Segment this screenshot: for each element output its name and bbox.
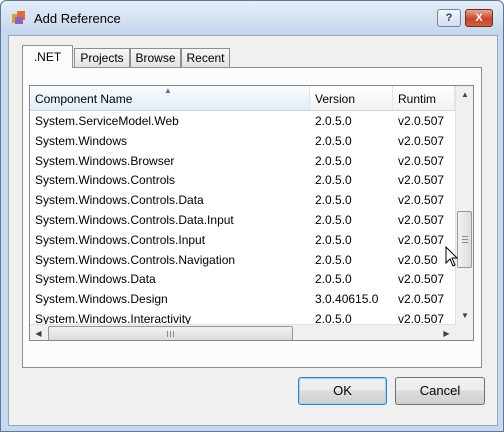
component-name-cell: System.Windows.Controls.Data.Input bbox=[35, 212, 234, 227]
table-row[interactable]: System.Windows.Controls.Input 2.0.5.0 v2.0… bbox=[30, 230, 455, 250]
version-cell: 3.0.40615.0 bbox=[315, 292, 379, 307]
runtime-cell: v2.0.507 bbox=[398, 193, 445, 208]
tab-browse[interactable]: Browse bbox=[130, 48, 181, 67]
list-header: Component Name ▲ Version Runtim bbox=[30, 86, 455, 111]
component-name-cell: System.Windows bbox=[35, 133, 128, 148]
runtime-cell: v2.0.507 bbox=[398, 212, 445, 227]
tab-projects[interactable]: Projects bbox=[74, 48, 130, 67]
table-row[interactable]: System.Windows.Controls 2.0.5.0 v2.0.507 bbox=[30, 170, 455, 190]
runtime-cell: v2.0.507 bbox=[398, 272, 445, 287]
grip-line bbox=[462, 239, 468, 240]
component-name-cell: System.Windows.Data bbox=[35, 272, 156, 287]
column-header-label: Runtim bbox=[398, 92, 437, 106]
grip-line bbox=[462, 236, 468, 237]
runtime-cell: v2.0.507 bbox=[398, 114, 445, 128]
component-name-cell: System.Windows.Design bbox=[35, 292, 168, 307]
tab-dotnet[interactable]: .NET bbox=[22, 45, 73, 68]
component-name-cell: System.Windows.Controls.Input bbox=[35, 232, 206, 247]
grip-line bbox=[167, 331, 168, 337]
version-cell: 2.0.5.0 bbox=[315, 232, 352, 247]
component-list[interactable]: Component Name ▲ Version Runtim System.S… bbox=[29, 85, 474, 341]
table-row[interactable]: System.ServiceModel.Web 2.0.5.0 v2.0.507 bbox=[30, 111, 455, 131]
dialog-client-area: .NET Projects Browse Recent Component Na… bbox=[8, 35, 498, 426]
horizontal-scroll-thumb[interactable] bbox=[48, 326, 293, 340]
column-header-runtime[interactable]: Runtim bbox=[393, 86, 455, 110]
runtime-cell: v2.0.507 bbox=[398, 153, 445, 168]
table-row[interactable]: System.Windows.Data 2.0.5.0 v2.0.507 bbox=[30, 269, 455, 289]
table-row[interactable]: System.Windows.Design 3.0.40615.0 v2.0.507 bbox=[30, 289, 455, 309]
dialog-title: Add Reference bbox=[34, 11, 121, 26]
component-name-cell: System.Windows.Browser bbox=[35, 153, 175, 168]
runtime-cell: v2.0.507 bbox=[398, 173, 445, 188]
runtime-cell: v2.0.507 bbox=[398, 133, 445, 148]
runtime-cell: v2.0.507 bbox=[398, 292, 445, 307]
mouse-pointer-icon bbox=[445, 246, 459, 267]
version-cell: 2.0.5.0 bbox=[315, 173, 352, 188]
component-name-cell: System.Windows.Controls.Data bbox=[35, 193, 204, 208]
tab-recent[interactable]: Recent bbox=[181, 48, 230, 67]
grip-line bbox=[173, 331, 174, 337]
ok-button[interactable]: OK bbox=[298, 377, 387, 405]
column-header-label: Component Name bbox=[35, 92, 133, 106]
visual-studio-app-icon bbox=[12, 11, 25, 24]
scroll-up-arrow-icon[interactable]: ▲ bbox=[456, 86, 473, 103]
scrollbar-corner bbox=[455, 324, 473, 340]
cancel-button[interactable]: Cancel bbox=[395, 377, 485, 405]
grip-line bbox=[462, 242, 468, 243]
scroll-right-arrow-icon[interactable]: ▶ bbox=[438, 325, 455, 340]
table-row[interactable]: System.Windows.Browser 2.0.5.0 v2.0.507 bbox=[30, 151, 455, 171]
table-row[interactable]: System.Windows.Controls.Data 2.0.5.0 v2.0.… bbox=[30, 190, 455, 210]
help-button[interactable]: ? bbox=[437, 9, 461, 27]
close-button[interactable]: X bbox=[465, 9, 493, 27]
horizontal-scrollbar[interactable]: ◀ ▶ bbox=[30, 324, 455, 340]
list-rows: System.ServiceModel.Web 2.0.5.0 v2.0.507 S… bbox=[30, 111, 455, 329]
component-name-cell: System.Windows.Controls bbox=[35, 173, 176, 188]
version-cell: 2.0.5.0 bbox=[315, 133, 352, 148]
version-cell: 2.0.5.0 bbox=[315, 193, 352, 208]
vertical-scrollbar[interactable]: ▲ ▼ bbox=[455, 86, 473, 324]
table-row[interactable]: System.Windows.Controls.Data.Input 2.0.5.… bbox=[30, 210, 455, 230]
table-row[interactable]: System.Windows.Controls.Navigation 2.0.5.… bbox=[30, 250, 455, 270]
grip-line bbox=[170, 331, 171, 337]
component-name-cell: System.Windows.Controls.Navigation bbox=[35, 252, 236, 267]
column-header-version[interactable]: Version bbox=[310, 86, 393, 110]
version-cell: 2.0.5.0 bbox=[315, 212, 352, 227]
component-name-cell: System.ServiceModel.Web bbox=[35, 114, 179, 128]
scroll-left-arrow-icon[interactable]: ◀ bbox=[30, 325, 47, 340]
add-reference-dialog: Add Reference ? X .NET Projects Browse R… bbox=[0, 0, 504, 432]
column-header-label: Version bbox=[315, 92, 356, 106]
table-row[interactable]: System.Windows 2.0.5.0 v2.0.507 bbox=[30, 131, 455, 151]
sort-ascending-icon: ▲ bbox=[164, 86, 172, 95]
title-bar[interactable]: Add Reference ? X bbox=[1, 1, 503, 35]
version-cell: 2.0.5.0 bbox=[315, 153, 352, 168]
version-cell: 2.0.5.0 bbox=[315, 252, 352, 267]
scroll-down-arrow-icon[interactable]: ▼ bbox=[456, 307, 473, 324]
version-cell: 2.0.5.0 bbox=[315, 272, 352, 287]
vertical-scroll-thumb[interactable] bbox=[457, 211, 472, 268]
version-cell: 2.0.5.0 bbox=[315, 114, 352, 128]
